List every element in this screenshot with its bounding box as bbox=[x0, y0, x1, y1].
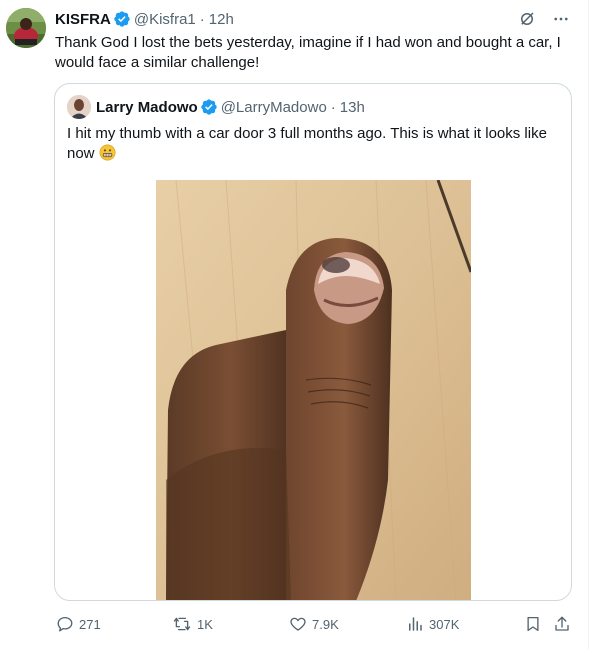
quoted-post-text: I hit my thumb with a car door 3 full mo… bbox=[67, 124, 557, 164]
reply-button[interactable]: 271 bbox=[56, 610, 101, 638]
separator-dot: · bbox=[199, 10, 205, 28]
share-button[interactable] bbox=[553, 610, 576, 638]
more-icon[interactable] bbox=[552, 10, 570, 33]
like-icon bbox=[290, 617, 306, 631]
verified-badge-icon bbox=[200, 98, 218, 116]
post-time[interactable]: 12h bbox=[209, 11, 234, 28]
repost-icon bbox=[173, 617, 191, 631]
quoted-post-text-body: I hit my thumb with a car door 3 full mo… bbox=[67, 125, 547, 162]
bookmark-icon bbox=[527, 616, 539, 632]
author-name[interactable]: KISFRA bbox=[55, 11, 111, 28]
like-count: 7.9K bbox=[312, 616, 339, 632]
post-actions: 271 1K 7.9K 307K bbox=[0, 610, 589, 638]
author-handle[interactable]: @Kisfra1 bbox=[134, 11, 196, 28]
reply-icon bbox=[57, 616, 73, 632]
quoted-author-avatar bbox=[67, 95, 91, 119]
views-button[interactable]: 307K bbox=[406, 610, 459, 638]
repost-count: 1K bbox=[197, 616, 213, 632]
quoted-post[interactable]: Larry Madowo @LarryMadowo · 13h I hit my… bbox=[54, 83, 572, 601]
views-count: 307K bbox=[429, 616, 460, 632]
quoted-post-photo[interactable] bbox=[156, 180, 471, 600]
quoted-author-name: Larry Madowo bbox=[96, 98, 198, 116]
verified-badge-icon[interactable] bbox=[113, 10, 131, 28]
quoted-post-time: 13h bbox=[339, 98, 365, 116]
share-icon bbox=[555, 616, 569, 631]
quoted-post-header: Larry Madowo @LarryMadowo · 13h bbox=[67, 95, 365, 119]
bookmark-button[interactable] bbox=[524, 610, 547, 638]
quoted-author-handle: @LarryMadowo bbox=[220, 98, 327, 116]
views-icon bbox=[409, 617, 422, 631]
repost-button[interactable]: 1K bbox=[172, 610, 213, 638]
like-button[interactable]: 7.9K bbox=[289, 610, 339, 638]
grok-icon[interactable] bbox=[518, 10, 536, 33]
tweet: KISFRA @Kisfra1 · 12h Thank God I lost t… bbox=[0, 0, 589, 649]
reply-count: 271 bbox=[79, 616, 101, 632]
grimacing-face-icon bbox=[99, 144, 116, 161]
separator-dot: · bbox=[330, 98, 336, 116]
author-avatar[interactable] bbox=[6, 8, 46, 48]
post-text: Thank God I lost the bets yesterday, ima… bbox=[55, 34, 561, 71]
post-header: KISFRA @Kisfra1 · 12h bbox=[55, 9, 234, 29]
post-top-actions bbox=[518, 10, 570, 33]
